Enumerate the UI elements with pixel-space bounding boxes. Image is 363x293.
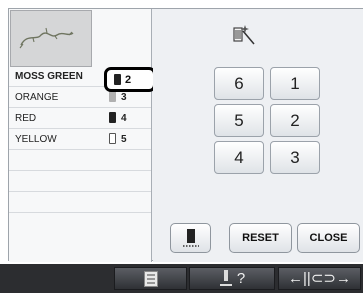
list-item[interactable]: RED 4 — [9, 108, 151, 129]
needle-number: 4 — [121, 113, 127, 124]
close-button[interactable]: CLOSE — [297, 223, 360, 253]
thread-color-name: MOSS GREEN — [15, 71, 83, 82]
thread-spool-icon — [114, 74, 121, 85]
help-button[interactable]: ? — [189, 267, 275, 290]
needle-key-1[interactable]: 1 — [270, 67, 320, 100]
needle-key-4[interactable]: 4 — [214, 141, 264, 174]
current-needle-highlight: 2 — [104, 67, 156, 92]
current-needle-number: 2 — [125, 74, 132, 86]
list-item-empty — [9, 150, 151, 171]
thread-spool-button[interactable] — [170, 223, 211, 253]
thread-color-name: YELLOW — [15, 134, 57, 145]
needle-number: 5 — [121, 134, 127, 145]
list-item-empty — [9, 171, 151, 192]
embroidery-preview — [10, 10, 92, 67]
list-item-empty — [9, 192, 151, 213]
thread-color-name: RED — [15, 113, 37, 124]
needle-key-6[interactable]: 6 — [214, 67, 264, 100]
needle-icon — [219, 270, 232, 287]
thread-spool-icon — [109, 91, 116, 102]
embroidery-pattern-image — [19, 27, 74, 49]
spool-dotted-icon — [182, 229, 199, 247]
reset-button[interactable]: RESET — [229, 223, 292, 253]
thread-spool-icon — [109, 112, 116, 123]
frame-move-icon: ←||⊂⊃→ — [288, 270, 351, 287]
list-item[interactable]: YELLOW 5 — [9, 129, 151, 150]
frame-move-button[interactable]: ←||⊂⊃→ — [278, 267, 361, 290]
magic-wand-icon — [233, 25, 255, 45]
checklist-icon — [143, 271, 158, 288]
thread-list-panel: MOSS GREEN ORANGE 3 RED 4 YELLOW 5 2 — [9, 9, 156, 262]
thread-color-screen: MOSS GREEN ORANGE 3 RED 4 YELLOW 5 2 6 1… — [8, 8, 363, 262]
sewing-settings-button[interactable] — [114, 267, 187, 290]
needle-key-2[interactable]: 2 — [270, 104, 320, 137]
needle-key-3[interactable]: 3 — [270, 141, 320, 174]
help-question-mark: ? — [236, 270, 246, 287]
thread-color-name: ORANGE — [15, 92, 59, 103]
taskbar: ? ←||⊂⊃→ — [0, 264, 363, 293]
thread-spool-icon — [109, 133, 116, 144]
needle-number: 3 — [121, 92, 127, 103]
needle-bar-panel: 6 1 5 2 4 3 RESET CLOSE — [153, 9, 363, 262]
needle-key-5[interactable]: 5 — [214, 104, 264, 137]
